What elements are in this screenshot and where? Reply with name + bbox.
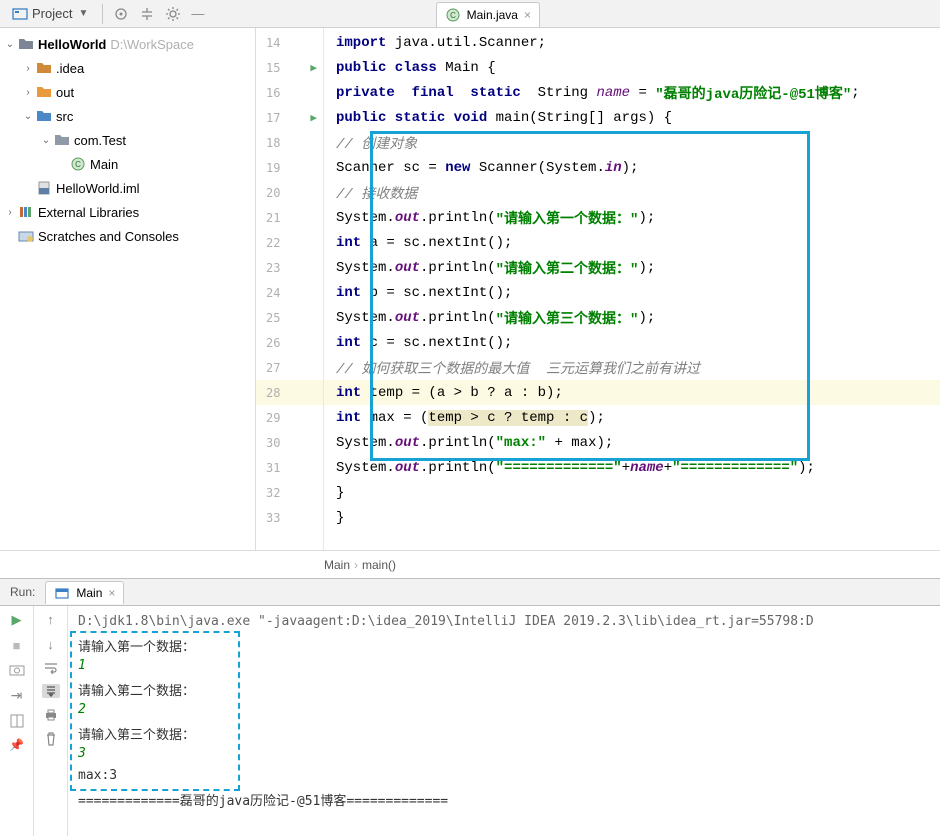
run-tool-column-right: ↑ ↓ bbox=[34, 606, 68, 836]
console-line: 请输入第二个数据： bbox=[78, 680, 930, 702]
console-input-line: 1 bbox=[78, 658, 930, 680]
console-input-line: 2 bbox=[78, 702, 930, 724]
close-icon[interactable]: × bbox=[524, 8, 531, 22]
down-icon[interactable]: ↓ bbox=[47, 637, 54, 652]
scratches-icon bbox=[18, 228, 34, 244]
editor-gutter: 14 15▶ 16 17▶ 18 19 20 21 22 23 24 25 26… bbox=[256, 28, 324, 550]
folder-icon bbox=[18, 36, 34, 52]
breadcrumb-item[interactable]: main() bbox=[362, 558, 396, 572]
gear-icon[interactable] bbox=[165, 6, 181, 22]
tree-label: HelloWorld.iml bbox=[56, 181, 140, 196]
console-line: 请输入第三个数据： bbox=[78, 724, 930, 746]
tab-main-java[interactable]: C Main.java × bbox=[436, 2, 540, 27]
scroll-icon[interactable] bbox=[42, 684, 60, 698]
minimize-icon[interactable]: — bbox=[191, 6, 204, 21]
console-output[interactable]: D:\jdk1.8\bin\java.exe "-javaagent:D:\id… bbox=[68, 606, 940, 836]
project-tree: ⌄ HelloWorld D:\WorkSpace › .idea › out … bbox=[0, 28, 256, 550]
run-tool-column-left: ▶ ■ ⇥ 📌 bbox=[0, 606, 34, 836]
chevron-down-icon[interactable]: ⌄ bbox=[38, 135, 54, 146]
chevron-right-icon[interactable]: › bbox=[2, 207, 18, 218]
tree-path: D:\WorkSpace bbox=[110, 37, 194, 52]
wrap-icon[interactable] bbox=[44, 662, 58, 674]
run-gutter-icon[interactable]: ▶ bbox=[310, 111, 317, 124]
svg-text:C: C bbox=[450, 11, 456, 20]
folder-icon bbox=[36, 108, 52, 124]
tree-src[interactable]: ⌄ src bbox=[0, 104, 255, 128]
tree-label: out bbox=[56, 85, 74, 100]
chevron-right-icon: › bbox=[354, 558, 358, 572]
exit-icon[interactable]: ⇥ bbox=[11, 687, 23, 704]
file-icon bbox=[36, 180, 52, 196]
tree-iml[interactable]: HelloWorld.iml bbox=[0, 176, 255, 200]
project-toolbar: Project ▼ — C Main.java × bbox=[0, 0, 940, 28]
run-console: ▶ ■ ⇥ 📌 ↑ ↓ D:\jdk1.8\bin\java.exe "-jav… bbox=[0, 606, 940, 836]
run-label: Run: bbox=[0, 585, 45, 599]
folder-icon bbox=[36, 84, 52, 100]
tree-out[interactable]: › out bbox=[0, 80, 255, 104]
breadcrumb: Main › main() bbox=[0, 550, 940, 578]
chevron-down-icon[interactable]: ⌄ bbox=[2, 39, 18, 50]
project-label: Project bbox=[32, 6, 72, 21]
target-icon[interactable] bbox=[113, 6, 129, 22]
tree-label: External Libraries bbox=[38, 205, 139, 220]
tree-label: HelloWorld bbox=[38, 37, 106, 52]
tree-label: src bbox=[56, 109, 73, 124]
project-selector[interactable]: Project ▼ bbox=[8, 4, 92, 24]
chevron-down-icon: ▼ bbox=[78, 8, 88, 19]
run-gutter-icon[interactable]: ▶ bbox=[310, 61, 317, 74]
package-icon bbox=[54, 132, 70, 148]
library-icon bbox=[18, 204, 34, 220]
run-tab-main[interactable]: Main × bbox=[45, 581, 124, 604]
console-line: 请输入第一个数据： bbox=[78, 636, 930, 658]
run-toolwindow-header: Run: Main × bbox=[0, 578, 940, 606]
tab-label: Main.java bbox=[467, 8, 518, 22]
pin-icon[interactable]: 📌 bbox=[9, 738, 24, 752]
console-line: =============磊哥的java历险记-@51博客===========… bbox=[78, 790, 930, 812]
breadcrumb-item[interactable]: Main bbox=[324, 558, 350, 572]
print-icon[interactable] bbox=[44, 708, 58, 722]
tree-package[interactable]: ⌄ com.Test bbox=[0, 128, 255, 152]
camera-icon[interactable] bbox=[9, 663, 25, 677]
code-editor[interactable]: 14 15▶ 16 17▶ 18 19 20 21 22 23 24 25 26… bbox=[256, 28, 940, 550]
editor-tabs: C Main.java × bbox=[436, 0, 540, 27]
console-line: D:\jdk1.8\bin\java.exe "-javaagent:D:\id… bbox=[78, 614, 930, 636]
layout-icon[interactable] bbox=[10, 714, 24, 728]
code-area[interactable]: import java.util.Scanner; public class M… bbox=[324, 28, 940, 550]
tree-scratches[interactable]: Scratches and Consoles bbox=[0, 224, 255, 248]
chevron-right-icon[interactable]: › bbox=[20, 87, 36, 98]
stop-icon[interactable]: ■ bbox=[13, 638, 21, 653]
java-class-icon: C bbox=[70, 156, 86, 172]
tree-root[interactable]: ⌄ HelloWorld D:\WorkSpace bbox=[0, 32, 255, 56]
tree-label: com.Test bbox=[74, 133, 126, 148]
tree-label: Main bbox=[90, 157, 118, 172]
close-icon[interactable]: × bbox=[108, 586, 115, 600]
console-input-line: 3 bbox=[78, 746, 930, 768]
tree-idea[interactable]: › .idea bbox=[0, 56, 255, 80]
project-icon bbox=[12, 6, 28, 22]
run-tab-label: Main bbox=[76, 586, 102, 600]
folder-icon bbox=[36, 60, 52, 76]
tree-label: .idea bbox=[56, 61, 84, 76]
rerun-icon[interactable]: ▶ bbox=[12, 612, 22, 628]
chevron-down-icon[interactable]: ⌄ bbox=[20, 111, 36, 122]
up-icon[interactable]: ↑ bbox=[47, 612, 54, 627]
application-icon bbox=[54, 585, 70, 601]
trash-icon[interactable] bbox=[45, 732, 57, 746]
svg-text:C: C bbox=[75, 160, 81, 169]
console-line: max:3 bbox=[78, 768, 930, 790]
tree-external-libs[interactable]: › External Libraries bbox=[0, 200, 255, 224]
java-class-icon: C bbox=[445, 7, 461, 23]
tree-main-class[interactable]: C Main bbox=[0, 152, 255, 176]
chevron-right-icon[interactable]: › bbox=[20, 63, 36, 74]
collapse-icon[interactable] bbox=[139, 6, 155, 22]
tree-label: Scratches and Consoles bbox=[38, 229, 179, 244]
